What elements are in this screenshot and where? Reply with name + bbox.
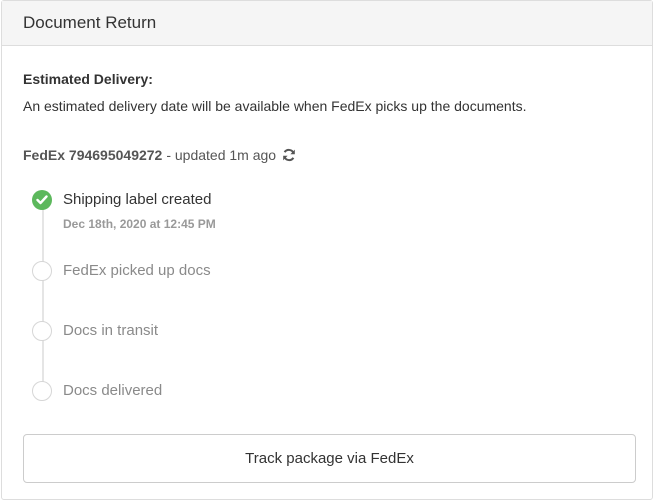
empty-circle-icon — [32, 261, 52, 281]
check-circle-icon — [32, 190, 52, 210]
panel-title: Document Return — [23, 13, 157, 32]
updated-time: - updated 1m ago — [166, 147, 277, 163]
panel-header: Document Return — [2, 1, 652, 46]
refresh-icon[interactable] — [282, 148, 296, 162]
estimated-delivery-text: An estimated delivery date will be avail… — [23, 98, 527, 114]
track-package-button[interactable]: Track package via FedEx — [23, 434, 636, 483]
empty-circle-icon — [32, 321, 52, 341]
estimated-delivery-label: Estimated Delivery: — [23, 71, 153, 87]
timeline-connector — [42, 198, 44, 388]
document-return-panel: Document Return Estimated Delivery: An e… — [1, 0, 653, 500]
tracking-timeline: Shipping label created Dec 18th, 2020 at… — [32, 186, 432, 401]
tracking-info: FedEx 794695049272 - updated 1m ago — [23, 147, 296, 163]
step-date: Dec 18th, 2020 at 12:45 PM — [63, 217, 216, 231]
empty-circle-icon — [32, 381, 52, 401]
step-label: Shipping label created — [63, 191, 212, 208]
step-label: Docs in transit — [63, 322, 159, 339]
step-label: Docs delivered — [63, 382, 163, 399]
tracking-number: FedEx 794695049272 — [23, 147, 163, 163]
step-label: FedEx picked up docs — [63, 262, 211, 279]
